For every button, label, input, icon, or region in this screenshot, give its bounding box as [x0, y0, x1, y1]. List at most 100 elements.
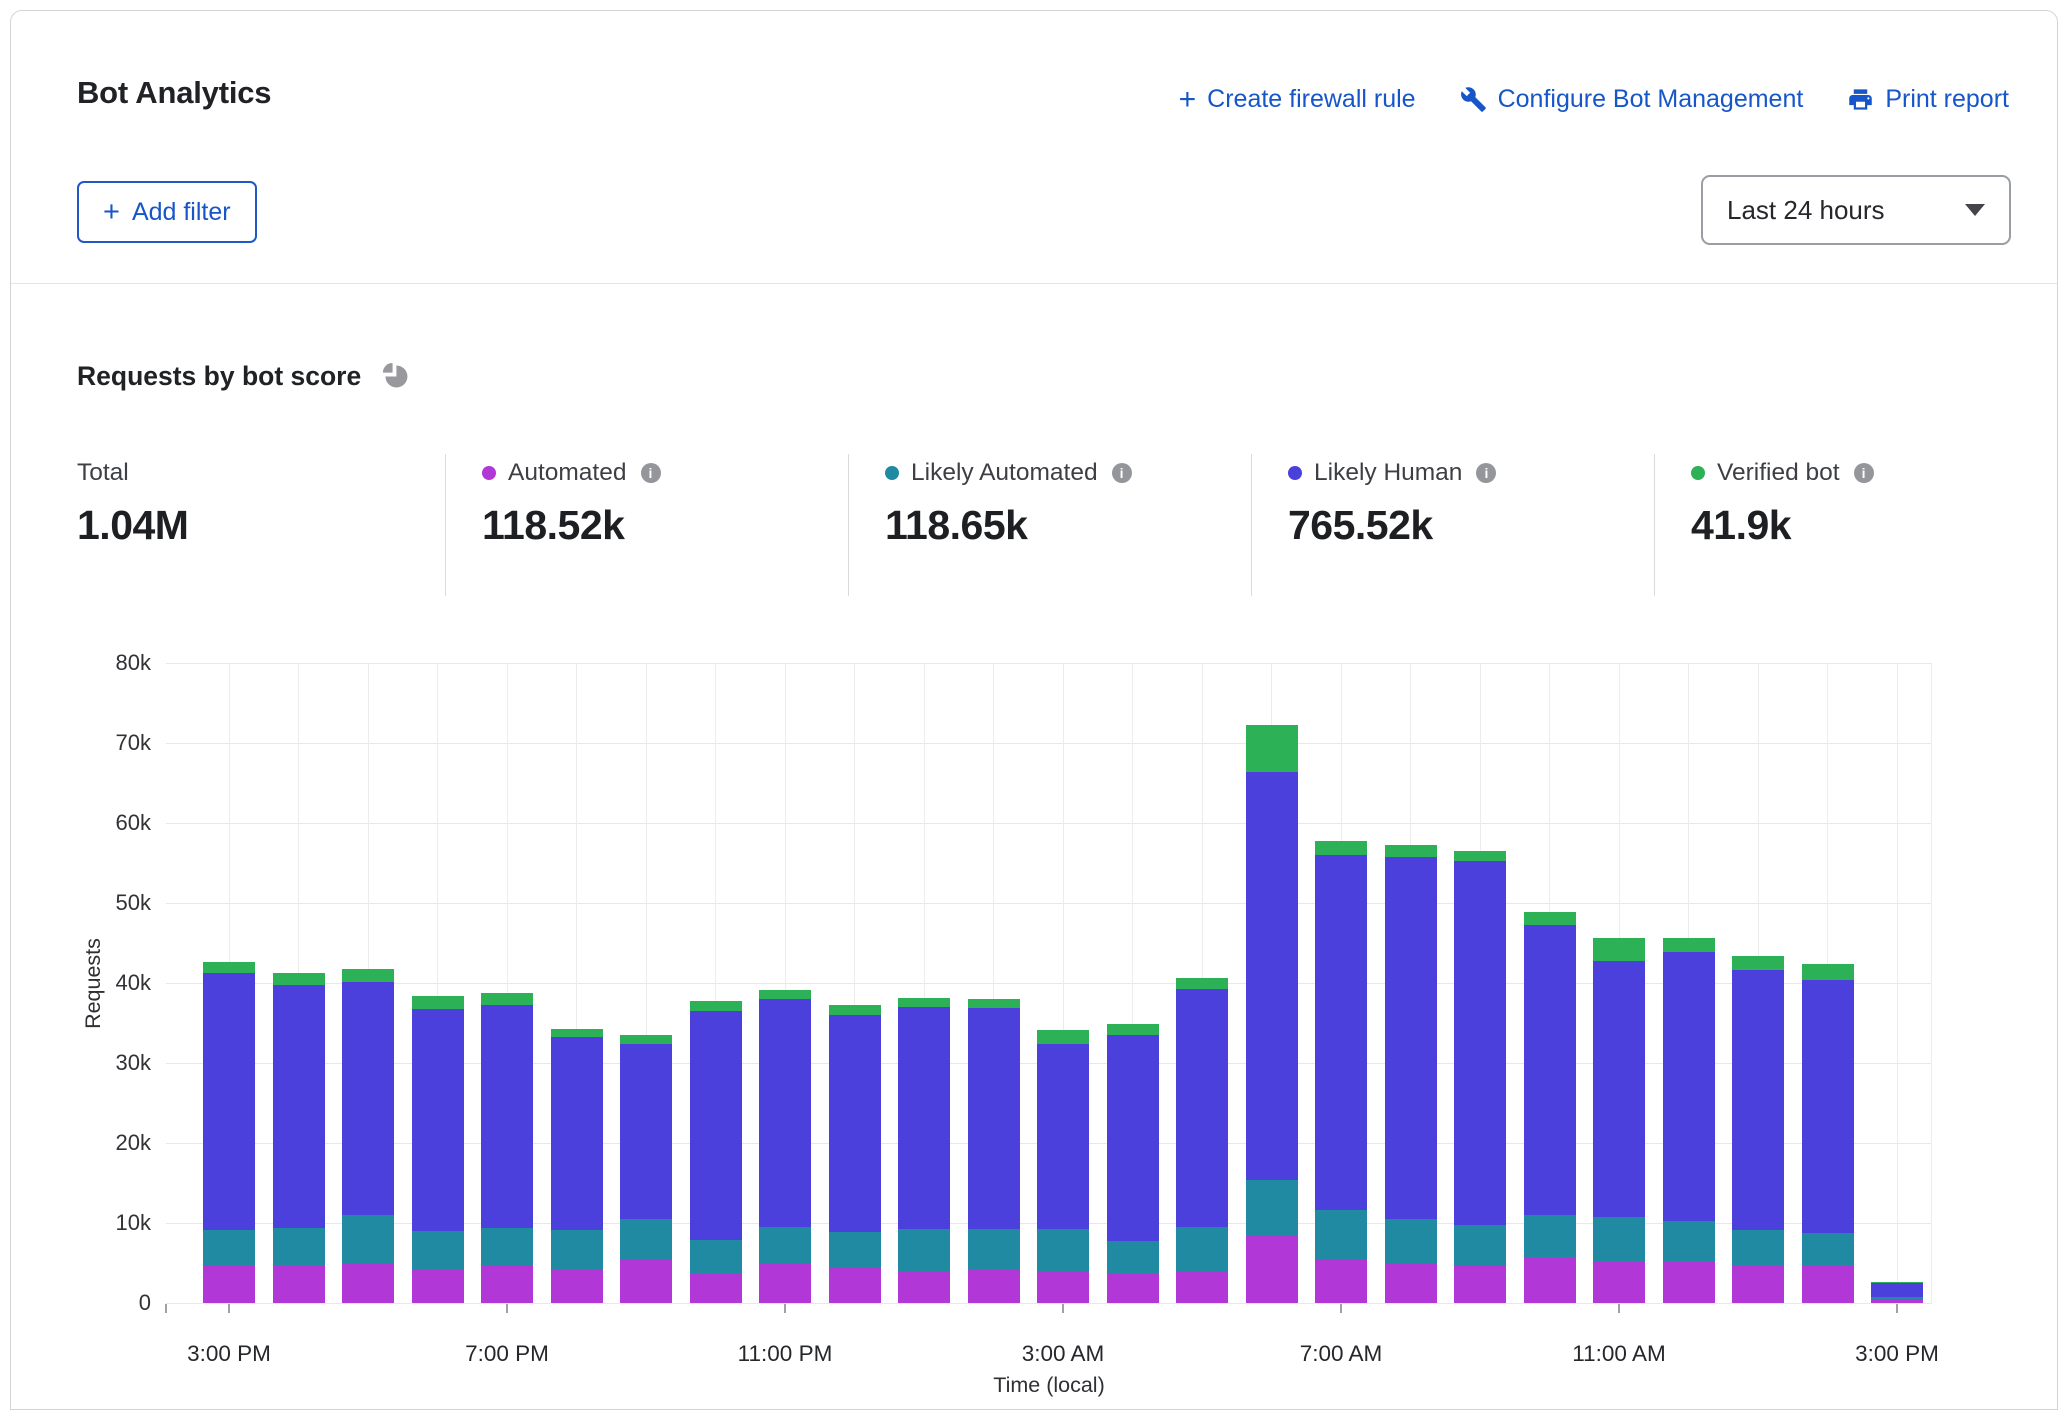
bar-segment-automated[interactable]: [1037, 1272, 1089, 1303]
bar-segment-likely-human[interactable]: [1107, 1035, 1159, 1241]
bar-segment-likely-human[interactable]: [1802, 980, 1854, 1233]
bar-segment-likely-automated[interactable]: [1593, 1217, 1645, 1261]
action-link-create-firewall-rule[interactable]: +Create firewall rule: [1179, 85, 1416, 114]
bar-segment-likely-human[interactable]: [968, 1008, 1020, 1229]
bar-segment-verified-bot[interactable]: [1663, 938, 1715, 952]
bar-stack-500pm[interactable]: [342, 969, 394, 1303]
bar-segment-automated[interactable]: [1732, 1265, 1784, 1303]
bar-segment-likely-human[interactable]: [1524, 925, 1576, 1215]
bar-stack-600pm[interactable]: [412, 996, 464, 1303]
bar-stack-800am[interactable]: [1385, 845, 1437, 1303]
bar-stack-300pm[interactable]: [1871, 1282, 1923, 1303]
action-link-print-report[interactable]: Print report: [1847, 85, 2009, 114]
bar-segment-automated[interactable]: [759, 1264, 811, 1303]
bar-segment-likely-human[interactable]: [1246, 772, 1298, 1180]
bar-segment-verified-bot[interactable]: [968, 999, 1020, 1008]
bar-segment-likely-human[interactable]: [1385, 857, 1437, 1219]
bar-segment-likely-automated[interactable]: [203, 1230, 255, 1265]
action-link-configure-bot-management[interactable]: Configure Bot Management: [1460, 85, 1804, 114]
bar-segment-verified-bot[interactable]: [1037, 1030, 1089, 1044]
bar-segment-likely-human[interactable]: [1593, 961, 1645, 1218]
info-icon[interactable]: i: [1112, 463, 1132, 483]
bar-segment-automated[interactable]: [551, 1269, 603, 1303]
bar-segment-automated[interactable]: [1593, 1261, 1645, 1303]
bar-segment-likely-automated[interactable]: [1315, 1210, 1367, 1259]
bar-segment-verified-bot[interactable]: [1107, 1024, 1159, 1035]
bar-segment-likely-automated[interactable]: [412, 1231, 464, 1269]
bar-segment-automated[interactable]: [342, 1263, 394, 1303]
bar-segment-verified-bot[interactable]: [273, 973, 325, 984]
info-icon[interactable]: i: [641, 463, 661, 483]
bar-segment-automated[interactable]: [968, 1269, 1020, 1303]
bar-segment-likely-human[interactable]: [759, 999, 811, 1227]
bar-segment-verified-bot[interactable]: [620, 1035, 672, 1044]
bar-stack-900am[interactable]: [1454, 851, 1506, 1303]
bar-segment-verified-bot[interactable]: [690, 1001, 742, 1011]
bar-stack-700pm[interactable]: [481, 993, 533, 1303]
bar-stack-1000pm[interactable]: [690, 1001, 742, 1303]
bar-segment-automated[interactable]: [481, 1266, 533, 1303]
bar-segment-verified-bot[interactable]: [481, 993, 533, 1005]
bar-stack-300pm[interactable]: [203, 962, 255, 1303]
bar-segment-verified-bot[interactable]: [1732, 956, 1784, 970]
bar-segment-automated[interactable]: [1315, 1259, 1367, 1303]
bar-segment-likely-automated[interactable]: [1663, 1221, 1715, 1263]
bar-segment-verified-bot[interactable]: [551, 1029, 603, 1038]
bar-segment-automated[interactable]: [1176, 1271, 1228, 1303]
bar-segment-likely-automated[interactable]: [1454, 1225, 1506, 1266]
bar-segment-automated[interactable]: [1107, 1273, 1159, 1303]
bar-segment-likely-human[interactable]: [1454, 861, 1506, 1225]
bar-stack-200am[interactable]: [968, 999, 1020, 1303]
bar-segment-likely-human[interactable]: [481, 1005, 533, 1227]
bar-stack-400pm[interactable]: [273, 973, 325, 1303]
bar-segment-likely-automated[interactable]: [1524, 1215, 1576, 1257]
bar-segment-automated[interactable]: [1246, 1235, 1298, 1303]
bar-stack-600am[interactable]: [1246, 725, 1298, 1303]
bar-segment-likely-automated[interactable]: [1385, 1219, 1437, 1263]
bar-segment-verified-bot[interactable]: [1593, 938, 1645, 960]
bar-segment-likely-automated[interactable]: [1176, 1227, 1228, 1271]
bar-segment-automated[interactable]: [829, 1268, 881, 1303]
bar-stack-900pm[interactable]: [620, 1035, 672, 1303]
bar-stack-1100am[interactable]: [1593, 938, 1645, 1303]
bar-segment-likely-automated[interactable]: [968, 1229, 1020, 1270]
bar-segment-likely-human[interactable]: [1176, 989, 1228, 1227]
bar-segment-automated[interactable]: [898, 1271, 950, 1303]
bar-segment-likely-automated[interactable]: [342, 1215, 394, 1263]
bar-segment-automated[interactable]: [1663, 1262, 1715, 1303]
bar-segment-automated[interactable]: [620, 1260, 672, 1303]
bar-stack-100pm[interactable]: [1732, 956, 1784, 1303]
add-filter-button[interactable]: + Add filter: [77, 181, 257, 243]
bar-segment-verified-bot[interactable]: [1315, 841, 1367, 855]
bar-segment-likely-automated[interactable]: [759, 1227, 811, 1264]
bar-stack-1200pm[interactable]: [1663, 938, 1715, 1303]
bar-stack-500am[interactable]: [1176, 978, 1228, 1303]
bar-segment-verified-bot[interactable]: [203, 962, 255, 973]
bar-segment-likely-human[interactable]: [690, 1011, 742, 1240]
bar-segment-likely-automated[interactable]: [829, 1232, 881, 1268]
bar-segment-likely-automated[interactable]: [620, 1219, 672, 1260]
bar-segment-automated[interactable]: [412, 1269, 464, 1303]
bar-segment-likely-human[interactable]: [1732, 970, 1784, 1230]
bar-segment-verified-bot[interactable]: [1524, 912, 1576, 926]
bar-segment-likely-human[interactable]: [1871, 1283, 1923, 1297]
bar-stack-1100pm[interactable]: [759, 990, 811, 1303]
bar-segment-automated[interactable]: [1454, 1266, 1506, 1303]
bar-segment-verified-bot[interactable]: [759, 990, 811, 999]
info-icon[interactable]: i: [1854, 463, 1874, 483]
bar-segment-likely-automated[interactable]: [1037, 1229, 1089, 1272]
bar-stack-100am[interactable]: [898, 998, 950, 1303]
bar-segment-likely-automated[interactable]: [551, 1230, 603, 1268]
bar-segment-automated[interactable]: [1524, 1257, 1576, 1303]
bar-segment-likely-human[interactable]: [342, 982, 394, 1215]
bar-segment-verified-bot[interactable]: [1802, 964, 1854, 980]
bar-segment-likely-human[interactable]: [620, 1044, 672, 1219]
bar-segment-automated[interactable]: [1802, 1265, 1854, 1303]
bar-stack-200pm[interactable]: [1802, 964, 1854, 1303]
bar-segment-verified-bot[interactable]: [1454, 851, 1506, 861]
bar-segment-likely-human[interactable]: [1663, 952, 1715, 1221]
bar-stack-400am[interactable]: [1107, 1024, 1159, 1303]
bar-stack-800pm[interactable]: [551, 1029, 603, 1303]
bar-segment-likely-human[interactable]: [898, 1007, 950, 1229]
bar-segment-automated[interactable]: [690, 1273, 742, 1303]
